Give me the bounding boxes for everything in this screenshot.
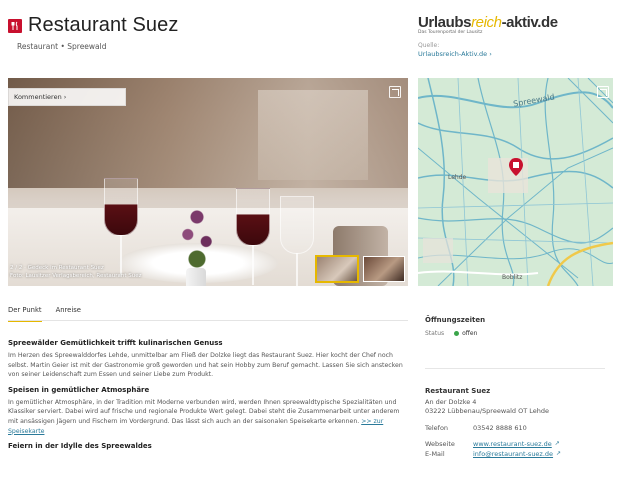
map-graphic <box>418 78 613 286</box>
thumbnail-strip <box>315 255 405 283</box>
opening-hours-title: Öffnungszeiten <box>425 316 486 324</box>
page-title: Restaurant Suez <box>28 14 179 36</box>
phone-row: Telefon 03542 8888 610 <box>425 423 527 433</box>
source-link[interactable]: Urlaubsreich-Aktiv.de › <box>418 50 613 58</box>
restaurant-photo[interactable] <box>8 78 408 286</box>
comment-button[interactable]: Kommentieren › <box>8 88 126 106</box>
restaurant-icon <box>8 18 22 33</box>
title-row: Restaurant Suez <box>8 14 178 37</box>
heading-2: Speisen in gemütlicher Atmosphäre <box>8 385 150 394</box>
tab-divider <box>8 320 408 321</box>
email-link[interactable]: info@restaurant-suez.de <box>473 449 553 459</box>
paragraph-2: In gemütlicher Atmosphäre, in der Tradit… <box>8 398 400 435</box>
thumbnail-1[interactable] <box>315 255 359 283</box>
opening-hours: Öffnungszeiten Status offen <box>425 316 605 337</box>
email-row: E-Mail info@restaurant-suez.de ↗ <box>425 449 562 459</box>
website-link[interactable]: www.restaurant-suez.de <box>473 439 552 449</box>
thumbnail-2[interactable] <box>363 256 405 282</box>
page-subtitle: Restaurant • Spreewald <box>17 42 107 51</box>
brand-logo[interactable]: Urlaubsreich-aktiv.de <box>418 14 613 31</box>
map-label-lehde: Lehde <box>448 174 467 181</box>
sidebar-divider <box>425 368 605 369</box>
contact-name: Restaurant Suez <box>425 387 491 395</box>
photo-caption: 2 / 2 · Gedeck im Restaurant Suez Foto: … <box>10 265 142 279</box>
heading-1: Spreewälder Gemütlichkeit trifft kulinar… <box>8 339 223 347</box>
external-link-icon: ↗ <box>554 440 560 447</box>
status-dot-icon <box>454 331 460 336</box>
status-badge: offen <box>454 330 477 337</box>
status-label: Status <box>425 330 445 337</box>
website-row: Webseite www.restaurant-suez.de ↗ <box>425 439 560 449</box>
source-label: Quelle: <box>418 42 440 49</box>
heading-3: Feiern in der Idylle des Spreewaldes <box>8 442 152 451</box>
contact-address: An der Dolzke 4 03222 Lübbenau/Spreewald… <box>425 398 550 415</box>
phone-number[interactable]: 03542 8888 610 <box>473 423 527 433</box>
external-link-icon: ↗ <box>556 450 562 457</box>
location-map[interactable]: Spreewald Lehde Boblitz <box>418 78 613 286</box>
map-fullscreen-icon[interactable] <box>597 86 609 98</box>
description: Spreewälder Gemütlichkeit trifft kulinar… <box>8 339 403 454</box>
paragraph-1: Im Herzen des Spreewalddorfes Lehde, unm… <box>8 352 403 379</box>
fullscreen-icon[interactable] <box>389 86 401 98</box>
contact-block: Restaurant Suez An der Dolzke 4 03222 Lü… <box>425 387 605 459</box>
brand-block: Urlaubsreich-aktiv.de Das Tourenportal d… <box>418 14 613 58</box>
map-label-boblitz: Boblitz <box>502 274 523 281</box>
map-marker-icon[interactable] <box>509 158 523 176</box>
